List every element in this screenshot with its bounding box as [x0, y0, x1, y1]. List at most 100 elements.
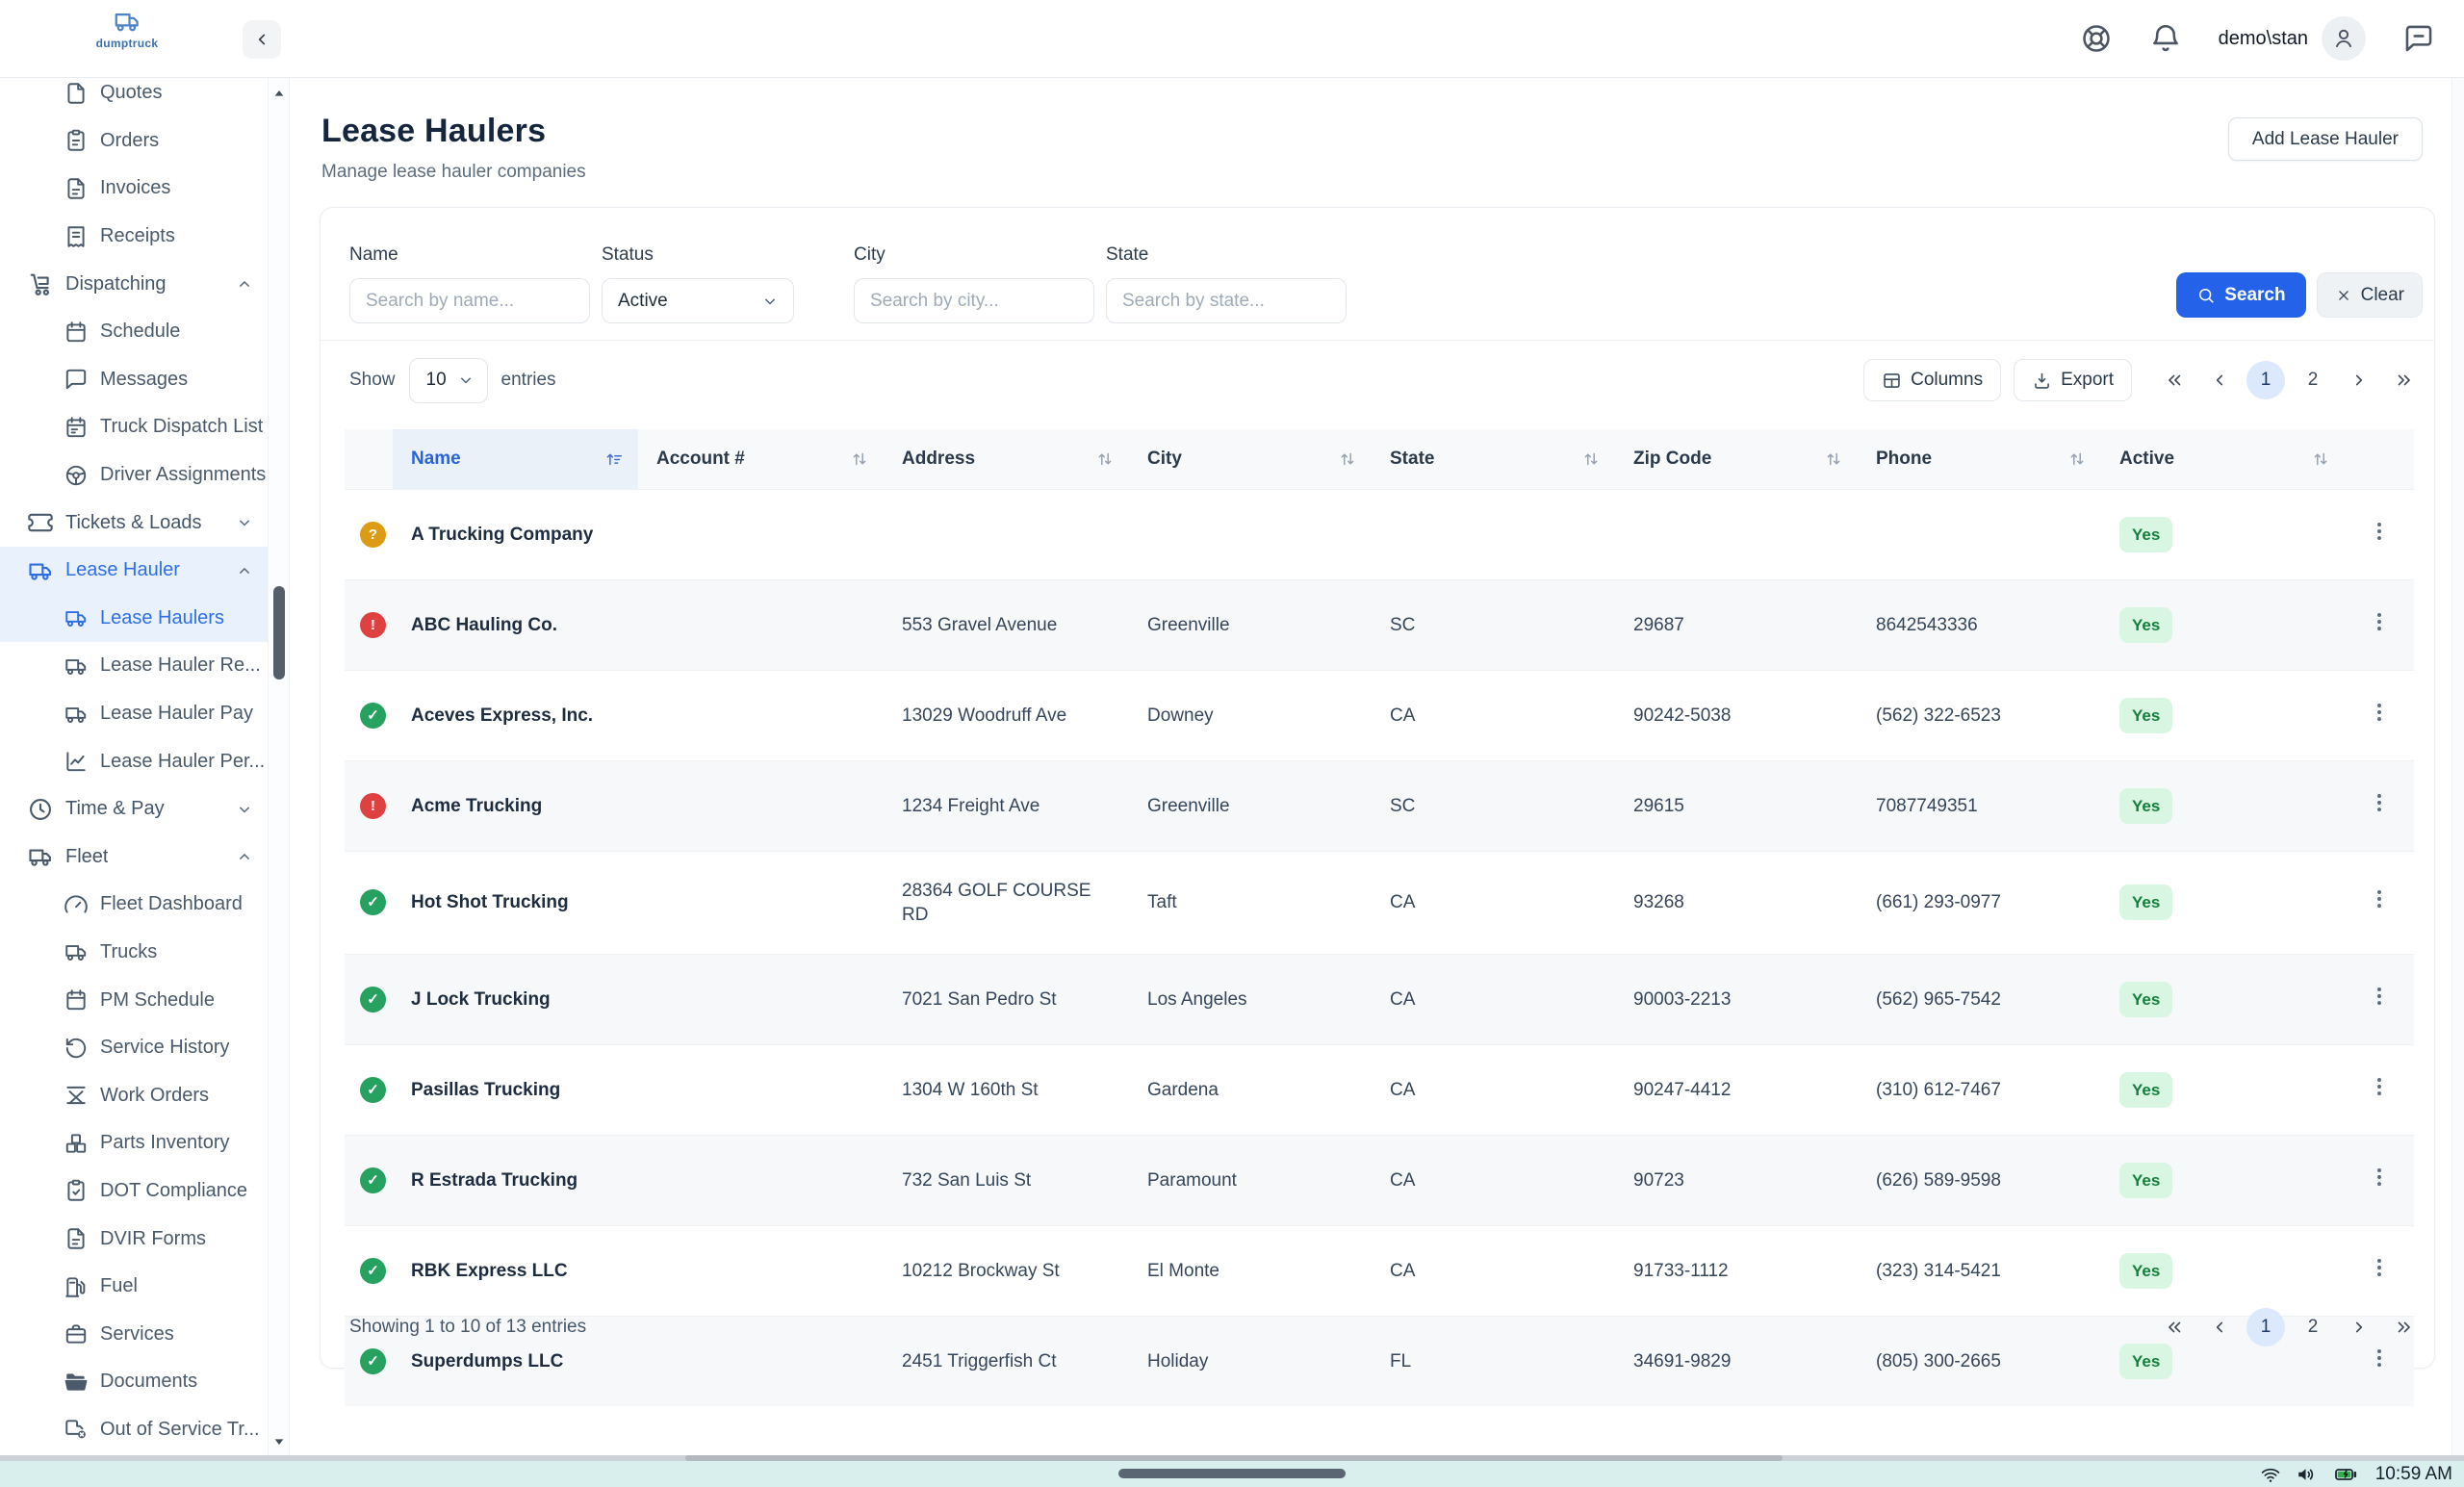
taskbar-handle[interactable]: [1118, 1469, 1346, 1478]
table-row[interactable]: !ABC Hauling Co.553 Gravel AvenueGreenvi…: [345, 579, 2414, 670]
page-size-select[interactable]: 10: [409, 358, 488, 403]
sidebar-item-receipts[interactable]: Receipts: [0, 213, 268, 261]
sidebar-item-driver-assignments[interactable]: Driver Assignments: [0, 451, 268, 500]
sidebar-item-lease-hauler-re[interactable]: Lease Hauler Re...: [0, 642, 268, 690]
previous-page-button[interactable]: [2201, 362, 2238, 398]
row-menu-icon[interactable]: [2367, 790, 2392, 815]
state-filter-input[interactable]: [1106, 278, 1347, 323]
sidebar-scrollbar-thumb[interactable]: [273, 586, 285, 679]
sort-icon[interactable]: [2066, 449, 2088, 470]
sidebar-item-messages[interactable]: Messages: [0, 356, 268, 404]
row-menu-icon[interactable]: [2367, 519, 2392, 544]
row-menu-icon[interactable]: [2367, 984, 2392, 1009]
sort-icon[interactable]: [1823, 449, 1844, 470]
sidebar-item-fuel[interactable]: Fuel: [0, 1263, 268, 1311]
page-1-button[interactable]: 1: [2246, 1308, 2285, 1346]
last-page-button[interactable]: [2386, 362, 2423, 398]
table-row[interactable]: ✓RBK Express LLC10212 Brockway StEl Mont…: [345, 1225, 2414, 1316]
table-row[interactable]: !Acme Trucking1234 Freight AveGreenville…: [345, 760, 2414, 851]
sidebar-item-pm-schedule[interactable]: PM Schedule: [0, 976, 268, 1024]
sidebar-item-dispatching[interactable]: Dispatching: [0, 260, 268, 308]
sidebar-item-truck-dispatch-list[interactable]: Truck Dispatch List: [0, 403, 268, 451]
sidebar-item-time-pay[interactable]: Time & Pay: [0, 785, 268, 833]
column-header-account[interactable]: Account #: [638, 429, 884, 489]
sidebar-item-fleet-dashboard[interactable]: Fleet Dashboard: [0, 881, 268, 929]
column-header-zip-code[interactable]: Zip Code: [1615, 429, 1858, 489]
column-header-active[interactable]: Active: [2101, 429, 2345, 489]
name-filter-input[interactable]: [349, 278, 590, 323]
user-menu[interactable]: demo\stan: [2219, 16, 2366, 61]
wifi-icon[interactable]: [2260, 1464, 2281, 1485]
next-page-button[interactable]: [2341, 1309, 2377, 1346]
row-menu-icon[interactable]: [2367, 700, 2392, 725]
last-page-button[interactable]: [2386, 1309, 2423, 1346]
clear-button[interactable]: Clear: [2317, 272, 2423, 318]
sidebar-item-lease-hauler[interactable]: Lease Hauler: [0, 547, 268, 595]
sort-icon[interactable]: [1337, 449, 1358, 470]
table-row[interactable]: ✓Aceves Express, Inc.13029 Woodruff AveD…: [345, 670, 2414, 760]
sort-icon[interactable]: [2310, 449, 2331, 470]
table-row[interactable]: ✓R Estrada Trucking732 San Luis StParamo…: [345, 1135, 2414, 1225]
sort-icon[interactable]: [1580, 449, 1602, 470]
row-menu-icon[interactable]: [2367, 1255, 2392, 1280]
column-header-address[interactable]: Address: [884, 429, 1129, 489]
help-icon[interactable]: [2080, 22, 2113, 55]
page-2-button[interactable]: 2: [2294, 1308, 2332, 1346]
battery-charging-icon[interactable]: [2331, 1463, 2361, 1486]
table-row[interactable]: ✓Hot Shot Trucking28364 GOLF COURSE RDTa…: [345, 851, 2414, 954]
sort-icon[interactable]: [1094, 449, 1116, 470]
scroll-up-arrow-icon[interactable]: [271, 86, 287, 101]
sidebar-item-trucks[interactable]: Trucks: [0, 929, 268, 977]
first-page-button[interactable]: [2156, 1309, 2193, 1346]
row-menu-icon[interactable]: [2367, 886, 2392, 911]
page-2-button[interactable]: 2: [2294, 361, 2332, 399]
chat-icon[interactable]: [2402, 22, 2435, 55]
search-button[interactable]: Search: [2176, 272, 2305, 318]
sidebar-item-parts-inventory[interactable]: Parts Inventory: [0, 1119, 268, 1167]
sidebar-item-lease-haulers[interactable]: Lease Haulers: [0, 595, 268, 643]
next-page-button[interactable]: [2341, 362, 2377, 398]
export-button[interactable]: Export: [2014, 359, 2132, 401]
sidebar-item-out-of-service-tr[interactable]: Out of Service Tr...: [0, 1406, 268, 1454]
sidebar-item-lease-hauler-per[interactable]: Lease Hauler Per...: [0, 737, 268, 785]
notifications-bell-icon[interactable]: [2149, 22, 2182, 55]
columns-button[interactable]: Columns: [1863, 359, 2001, 401]
sidebar-item-dvir-forms[interactable]: DVIR Forms: [0, 1215, 268, 1263]
first-page-button[interactable]: [2156, 362, 2193, 398]
column-header-phone[interactable]: Phone: [1858, 429, 2101, 489]
sidebar-item-documents[interactable]: Documents: [0, 1358, 268, 1406]
sidebar-scrollbar[interactable]: [268, 78, 289, 1455]
previous-page-button[interactable]: [2201, 1309, 2238, 1346]
sidebar-item-services[interactable]: Services: [0, 1310, 268, 1358]
column-header-state[interactable]: State: [1372, 429, 1615, 489]
sidebar-item-invoices[interactable]: Invoices: [0, 165, 268, 213]
sidebar-item-fleet[interactable]: Fleet: [0, 833, 268, 882]
add-lease-hauler-button[interactable]: Add Lease Hauler: [2228, 117, 2423, 161]
sidebar-collapse-button[interactable]: [243, 20, 281, 59]
table-row[interactable]: ?A Trucking CompanyYes: [345, 489, 2414, 579]
column-header-name[interactable]: Name: [393, 429, 638, 489]
sidebar-item-quotes[interactable]: Quotes: [0, 78, 268, 117]
sort-ascending-icon[interactable]: [603, 449, 625, 470]
sidebar-item-service-history[interactable]: Service History: [0, 1024, 268, 1072]
status-select[interactable]: Active: [602, 278, 794, 323]
column-header-city[interactable]: City: [1129, 429, 1372, 489]
row-menu-icon[interactable]: [2367, 609, 2392, 634]
table-row[interactable]: ✓J Lock Trucking7021 San Pedro StLos Ang…: [345, 954, 2414, 1044]
sidebar-item-orders[interactable]: Orders: [0, 117, 268, 166]
scroll-down-arrow-icon[interactable]: [271, 1434, 287, 1449]
volume-icon[interactable]: [2296, 1464, 2317, 1485]
sidebar-item-dot-compliance[interactable]: DOT Compliance: [0, 1167, 268, 1216]
page-1-button[interactable]: 1: [2246, 361, 2285, 399]
app-logo[interactable]: dumptruck: [92, 7, 162, 50]
table-row[interactable]: ✓Pasillas Trucking1304 W 160th StGardena…: [345, 1044, 2414, 1135]
avatar[interactable]: [2322, 16, 2366, 61]
vertical-scrollbar[interactable]: [2451, 78, 2464, 1455]
row-menu-icon[interactable]: [2367, 1165, 2392, 1190]
sidebar-item-tickets-loads[interactable]: Tickets & Loads: [0, 499, 268, 547]
row-menu-icon[interactable]: [2367, 1074, 2392, 1099]
sidebar-item-schedule[interactable]: Schedule: [0, 308, 268, 356]
sort-icon[interactable]: [849, 449, 870, 470]
sidebar-item-work-orders[interactable]: Work Orders: [0, 1071, 268, 1119]
sidebar-item-lease-hauler-pay[interactable]: Lease Hauler Pay: [0, 690, 268, 738]
